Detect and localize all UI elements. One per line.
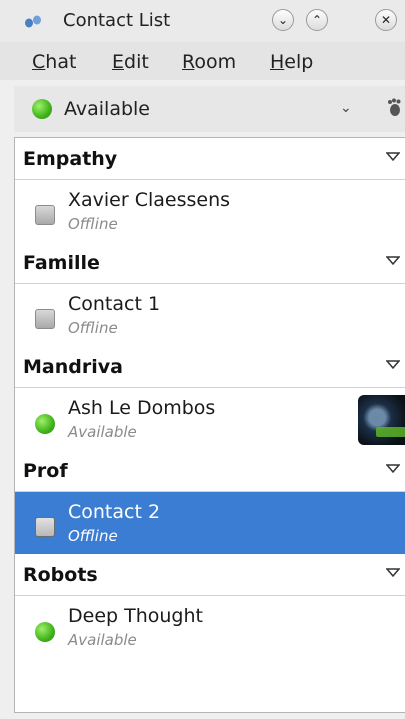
contact-name: Contact 2 [68,501,161,523]
offline-status-icon [35,517,55,537]
contact-status: Offline [68,215,118,233]
title-bar[interactable]: Contact List ⌄ ⌃ ✕ [0,0,405,42]
contact-status: Offline [68,319,118,337]
contact-name: Deep Thought [68,605,203,627]
menu-chat[interactable]: Chat [32,51,76,73]
contact-name: Contact 1 [68,293,161,315]
offline-status-icon [35,309,55,329]
available-status-icon [32,99,52,119]
group-header-robots[interactable]: Robots [15,554,405,596]
available-status-icon [35,622,55,642]
contact-status: Available [68,423,137,441]
presence-selector[interactable]: Available ⌄ [14,86,405,132]
menu-help[interactable]: Help [270,51,313,73]
contact-status: Available [68,631,137,649]
contact-name: Xavier Claessens [68,189,231,211]
feet-icon[interactable] [385,98,403,118]
contact-name: Ash Le Dombos [68,397,216,419]
group-header-famille[interactable]: Famille [15,242,405,284]
menu-edit[interactable]: Edit [112,51,149,73]
contact-status: Offline [68,527,118,545]
chevron-down-icon[interactable]: ⌄ [340,100,352,116]
contact-row-selected[interactable]: Contact 2 Offline [15,492,405,554]
triangle-down-icon[interactable] [386,256,400,266]
group-header-mandriva[interactable]: Mandriva [15,346,405,388]
minimize-button[interactable]: ⌄ [272,9,294,31]
offline-status-icon [35,205,55,225]
group-header-empathy[interactable]: Empathy [15,138,405,180]
contact-row[interactable]: Deep Thought Available [15,596,405,658]
group-label: Robots [23,564,98,586]
avatar [358,395,405,445]
window-title: Contact List [63,10,171,31]
group-label: Mandriva [23,356,123,378]
triangle-down-icon[interactable] [386,360,400,370]
group-label: Famille [23,252,100,274]
contact-row[interactable]: Xavier Claessens Offline [15,180,405,242]
menu-bar: Chat Edit Room Help [0,42,405,80]
contact-row[interactable]: Ash Le Dombos Available [15,388,405,450]
group-header-prof[interactable]: Prof [15,450,405,492]
triangle-down-icon[interactable] [386,152,400,162]
contact-list[interactable]: Empathy Xavier Claessens Offline Famille… [14,137,405,713]
group-label: Empathy [23,148,118,170]
available-status-icon [35,414,55,434]
close-button[interactable]: ✕ [375,9,397,31]
contact-list-window: Contact List ⌄ ⌃ ✕ Chat Edit Room Help A… [0,0,405,719]
menu-room[interactable]: Room [182,51,236,73]
group-label: Prof [23,460,68,482]
empathy-app-icon [25,15,41,28]
triangle-down-icon[interactable] [386,568,400,578]
presence-label: Available [64,98,151,120]
triangle-down-icon[interactable] [386,464,400,474]
contact-row[interactable]: Contact 1 Offline [15,284,405,346]
maximize-button[interactable]: ⌃ [306,9,328,31]
